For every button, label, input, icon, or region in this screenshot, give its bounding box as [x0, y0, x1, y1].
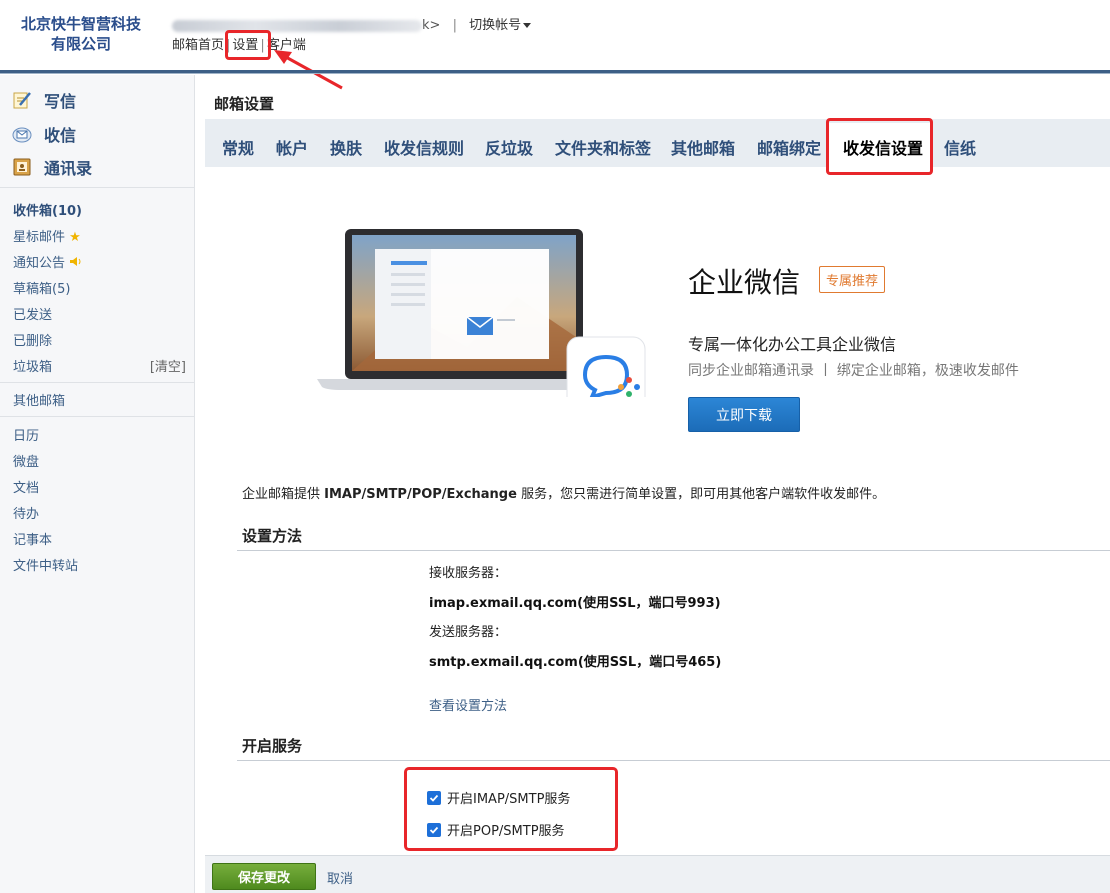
- download-button[interactable]: 立即下载: [688, 397, 800, 432]
- view-setup-guide-link[interactable]: 查看设置方法: [429, 695, 507, 714]
- contacts-label: 通讯录: [44, 159, 93, 178]
- divider: [0, 416, 195, 417]
- tab-stationery[interactable]: 信纸: [944, 135, 976, 159]
- wecom-laptop-illustration: [317, 229, 646, 397]
- sidebar-item-file-transfer[interactable]: 文件中转站: [13, 555, 78, 574]
- page-title: 邮箱设置: [214, 95, 275, 113]
- company-name-line2: 有限公司: [50, 35, 111, 53]
- header: 北京快牛智营科技 有限公司 k> | 切换帐号 邮箱首页 | 设置 | 客户端: [0, 0, 1110, 90]
- header-divider: [0, 70, 1110, 74]
- services-highlight-box: [404, 767, 618, 851]
- sidebar-item-calendar[interactable]: 日历: [13, 425, 39, 444]
- mail-home-link[interactable]: 邮箱首页: [172, 38, 224, 53]
- tab-general[interactable]: 常规: [222, 135, 254, 159]
- promo-description: 同步企业邮箱通讯录 丨 绑定企业邮箱，极速收发邮件: [688, 363, 1019, 379]
- client-settings-highlight-box: [826, 118, 933, 175]
- company-name-line1: 北京快牛智营科技: [20, 15, 141, 33]
- promo-subtitle: 专属一体化办公工具企业微信: [688, 335, 897, 354]
- promo-title: 企业微信: [688, 266, 801, 299]
- switch-account-label: 切换帐号: [469, 18, 522, 33]
- outgoing-server-value: smtp.exmail.qq.com(使用SSL，端口号465): [429, 655, 722, 670]
- separator: |: [452, 18, 457, 33]
- intro-post: 服务，您只需进行简单设置，即可用其他客户端软件收发邮件。: [516, 487, 886, 502]
- intro-pre: 企业邮箱提供: [242, 487, 325, 502]
- tab-skin[interactable]: 换肤: [330, 135, 362, 159]
- sidebar-item-inbox[interactable]: 收件箱(10): [13, 200, 82, 219]
- switch-account-button[interactable]: 切换帐号: [469, 18, 532, 33]
- starred-label: 星标邮件: [13, 230, 66, 245]
- compose-label: 写信: [44, 92, 77, 111]
- main-content: 邮箱设置 常规 帐户 换肤 收发信规则 反垃圾 文件夹和标签 其他邮箱 邮箱绑定…: [205, 75, 1110, 893]
- clear-junk-link[interactable]: [清空]: [150, 356, 186, 375]
- promo-badge: 专属推荐: [819, 266, 886, 293]
- contacts-icon: [12, 157, 32, 177]
- incoming-server-label: 接收服务器：: [429, 566, 508, 581]
- check-mail-label: 收信: [44, 126, 77, 145]
- star-icon: ★: [69, 230, 81, 245]
- services-section-title: 开启服务: [242, 737, 303, 755]
- settings-highlight-box: [225, 30, 271, 60]
- tab-other-mailboxes[interactable]: 其他邮箱: [671, 135, 735, 159]
- speaker-icon: [69, 256, 83, 271]
- tab-folders-labels[interactable]: 文件夹和标签: [555, 135, 651, 159]
- section-divider: [237, 760, 1110, 761]
- divider: [0, 382, 195, 383]
- sidebar-item-starred[interactable]: 星标邮件 ★: [13, 226, 81, 245]
- sidebar-item-docs[interactable]: 文档: [13, 477, 39, 496]
- save-changes-button[interactable]: 保存更改: [212, 863, 316, 890]
- redacted-account-email: [172, 19, 422, 32]
- incoming-server-value: imap.exmail.qq.com(使用SSL，端口号993): [429, 596, 721, 611]
- setup-section-title: 设置方法: [242, 527, 303, 545]
- sidebar-item-other-mailboxes[interactable]: 其他邮箱: [13, 390, 65, 409]
- tab-mailbox-binding[interactable]: 邮箱绑定: [757, 135, 821, 159]
- cancel-button[interactable]: 取消: [327, 868, 353, 887]
- compose-button[interactable]: 写信: [12, 88, 76, 112]
- sidebar-item-notices[interactable]: 通知公告: [13, 252, 83, 271]
- sidebar-item-notes[interactable]: 记事本: [13, 529, 52, 548]
- tab-antispam[interactable]: 反垃圾: [485, 135, 533, 159]
- protocol-intro: 企业邮箱提供 IMAP/SMTP/POP/Exchange 服务，您只需进行简单…: [242, 483, 885, 502]
- caret-down-icon: [523, 23, 532, 28]
- sidebar-item-junk[interactable]: 垃圾箱: [13, 356, 52, 375]
- sidebar-item-deleted[interactable]: 已删除: [13, 330, 52, 349]
- intro-protocols: IMAP/SMTP/POP/Exchange: [324, 487, 517, 502]
- sidebar-item-disk[interactable]: 微盘: [13, 451, 39, 470]
- contacts-button[interactable]: 通讯录: [12, 155, 92, 179]
- sidebar-item-drafts[interactable]: 草稿箱(5): [13, 278, 70, 297]
- outgoing-server-label: 发送服务器：: [429, 625, 508, 640]
- sidebar: 写信 收信 通讯录 收件箱(10) 星标邮件 ★ 通知公告 草稿箱(5) 已发送…: [0, 75, 195, 893]
- tab-account[interactable]: 帐户: [276, 135, 308, 159]
- footer-bar: 保存更改 取消: [205, 855, 1110, 893]
- divider: [0, 187, 195, 188]
- compose-icon: [12, 90, 32, 110]
- tab-mail-rules[interactable]: 收发信规则: [384, 135, 464, 159]
- check-mail-button[interactable]: 收信: [12, 122, 76, 146]
- sidebar-item-sent[interactable]: 已发送: [13, 304, 52, 323]
- account-email-suffix: k>: [422, 18, 441, 33]
- notices-label: 通知公告: [13, 256, 66, 271]
- inbox-icon: [12, 124, 32, 144]
- section-divider: [237, 550, 1110, 551]
- company-name: 北京快牛智营科技 有限公司: [16, 14, 146, 54]
- sidebar-item-todo[interactable]: 待办: [13, 503, 39, 522]
